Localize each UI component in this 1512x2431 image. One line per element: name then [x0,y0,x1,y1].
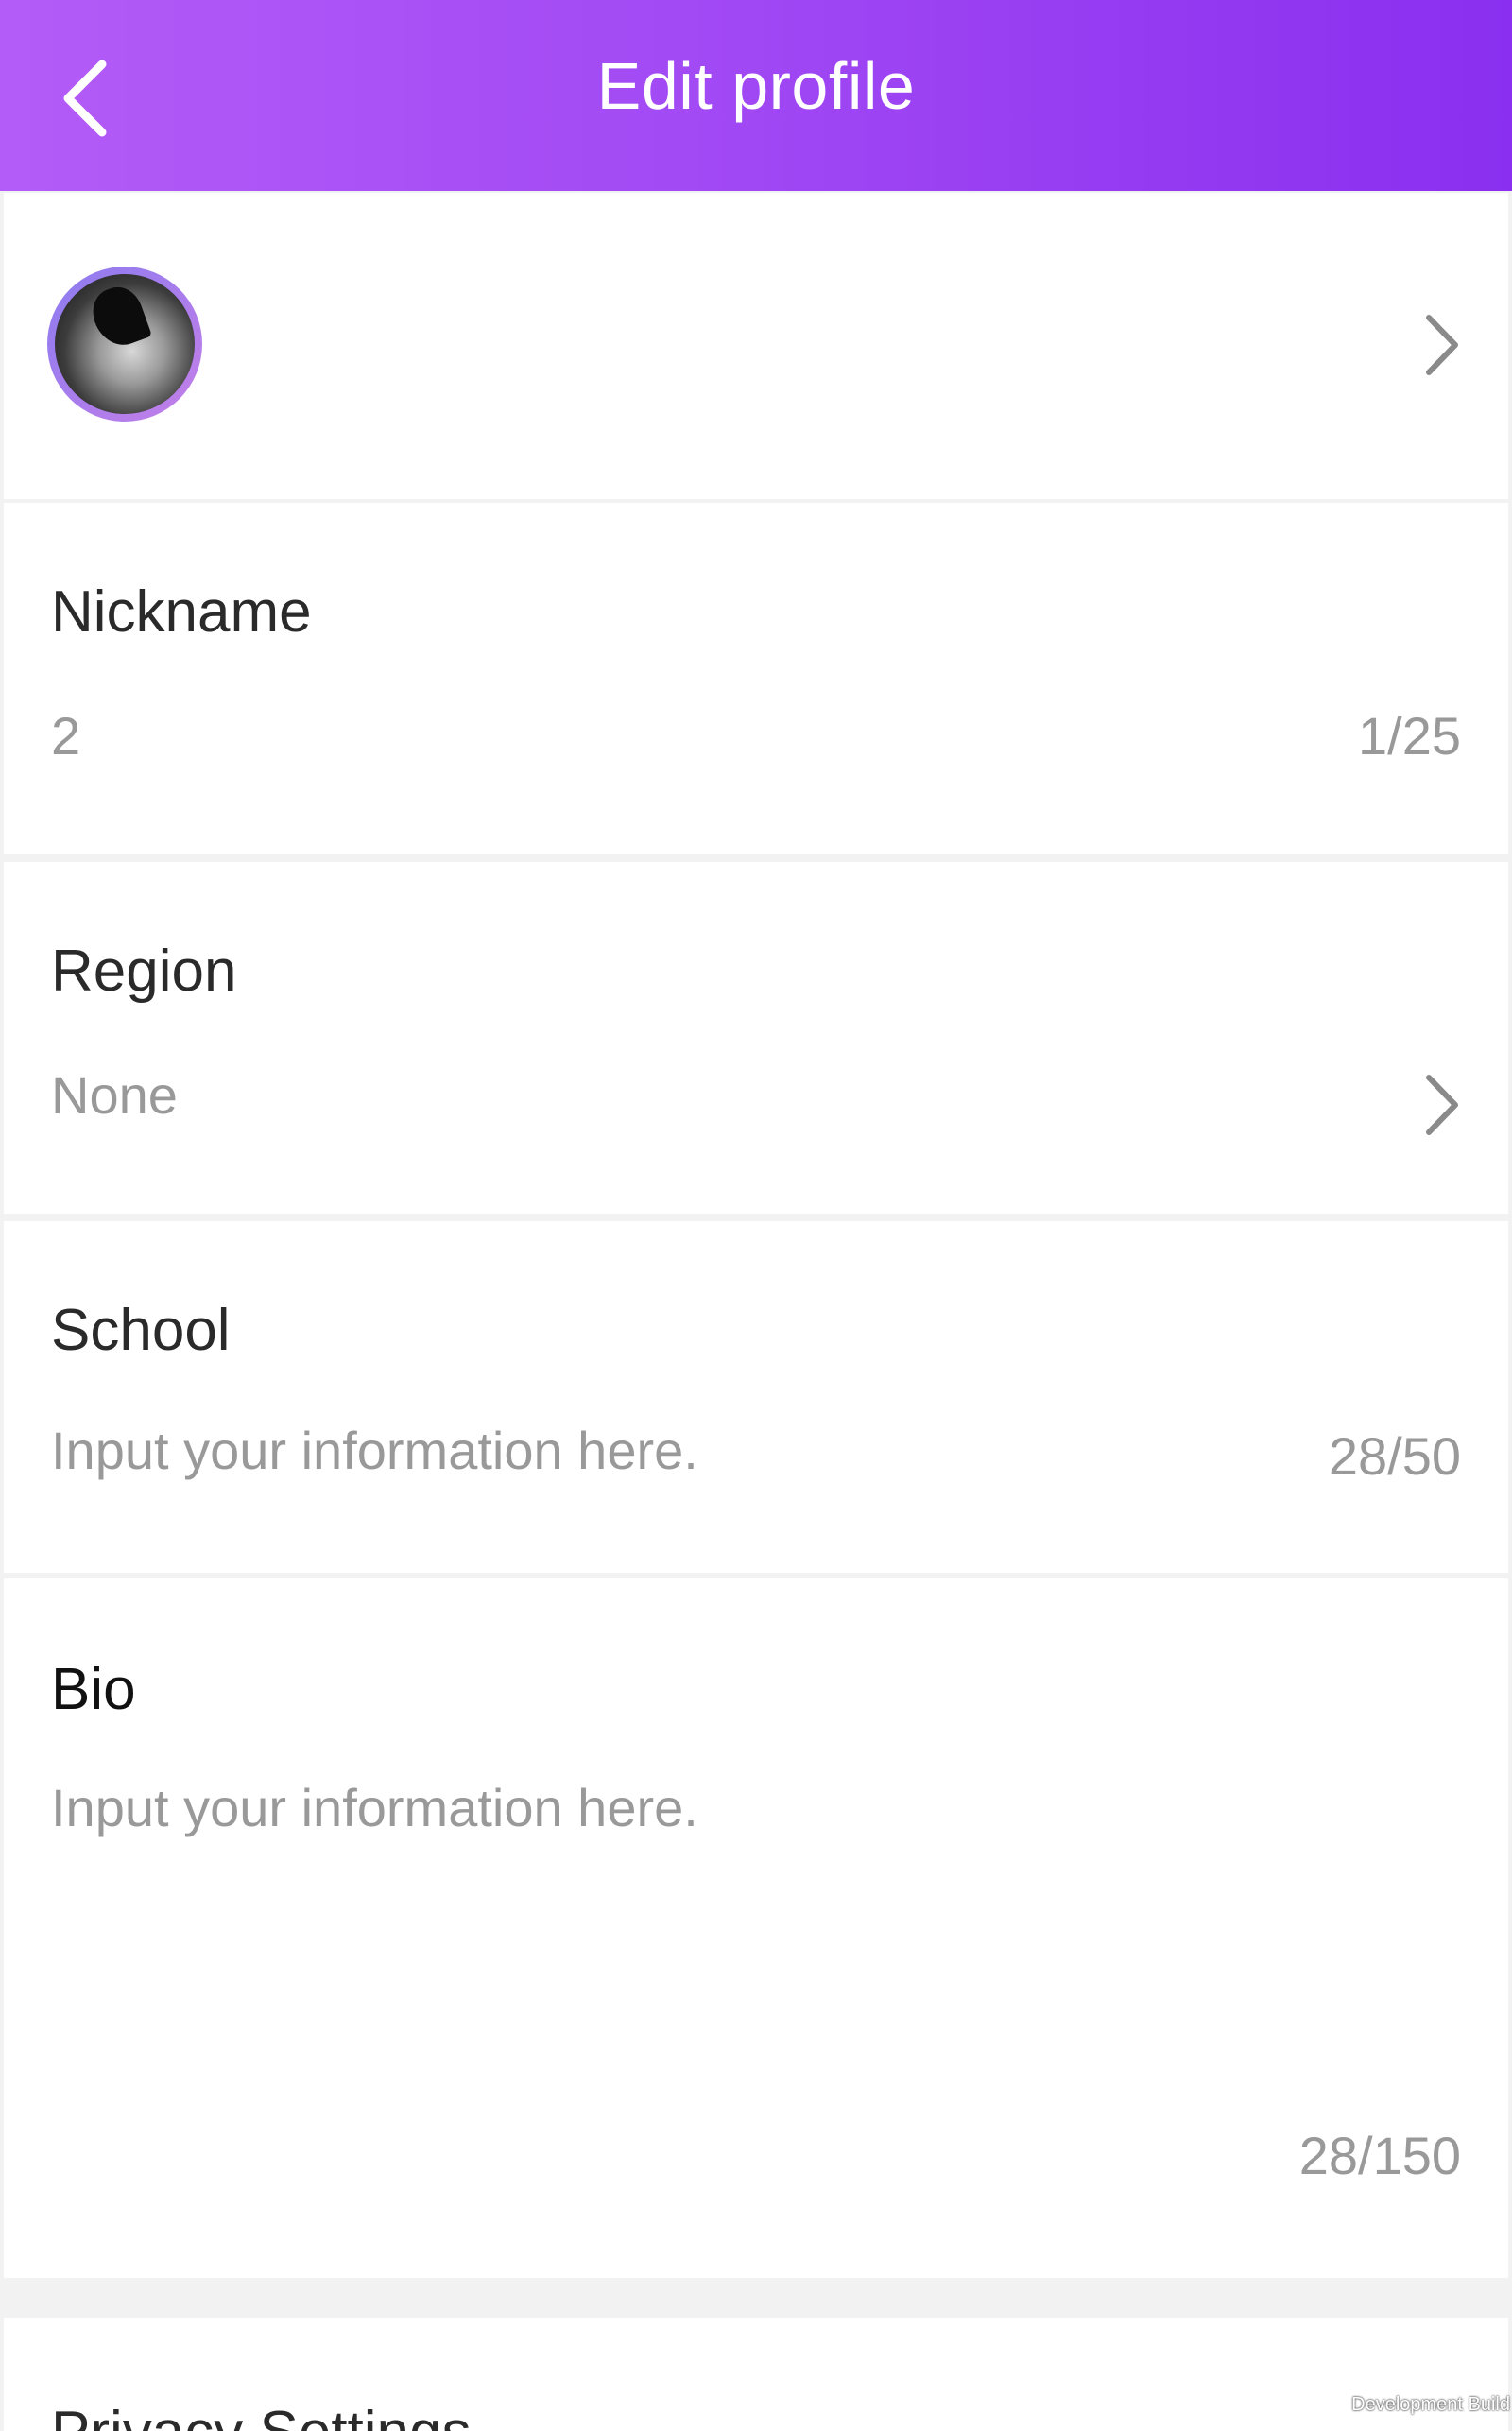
region-label: Region [51,938,236,1005]
development-build-watermark: Development Build [1351,2394,1510,2416]
top-app-bar: Edit profile [0,0,1512,191]
region-section[interactable]: Region None [4,862,1508,1214]
avatar-row[interactable] [4,193,1508,499]
privacy-settings-section[interactable]: Privacy Settings [4,2318,1508,2431]
bio-char-counter: 28/150 [1299,2125,1461,2186]
school-label: School [51,1297,231,1364]
school-section[interactable]: School Input your information here. 28/5… [4,1221,1508,1573]
nickname-label: Nickname [51,578,312,646]
page-title: Edit profile [0,0,1512,172]
bio-section[interactable]: Bio Input your information here. 28/150 [4,1578,1508,2278]
chevron-right-icon [1421,1072,1463,1138]
bio-textarea[interactable]: Input your information here. [51,1777,698,1838]
nickname-input[interactable]: 2 [51,705,80,767]
avatar-image [55,274,195,414]
nickname-char-counter: 1/25 [1358,705,1461,767]
chevron-right-icon [1421,312,1463,378]
bio-label: Bio [51,1656,136,1723]
privacy-settings-label: Privacy Settings [51,2399,472,2431]
avatar[interactable] [47,267,202,422]
region-value[interactable]: None [51,1064,178,1126]
school-char-counter: 28/50 [1329,1425,1461,1487]
school-input[interactable]: Input your information here. [51,1420,698,1481]
nickname-section[interactable]: Nickname 2 1/25 [4,503,1508,854]
